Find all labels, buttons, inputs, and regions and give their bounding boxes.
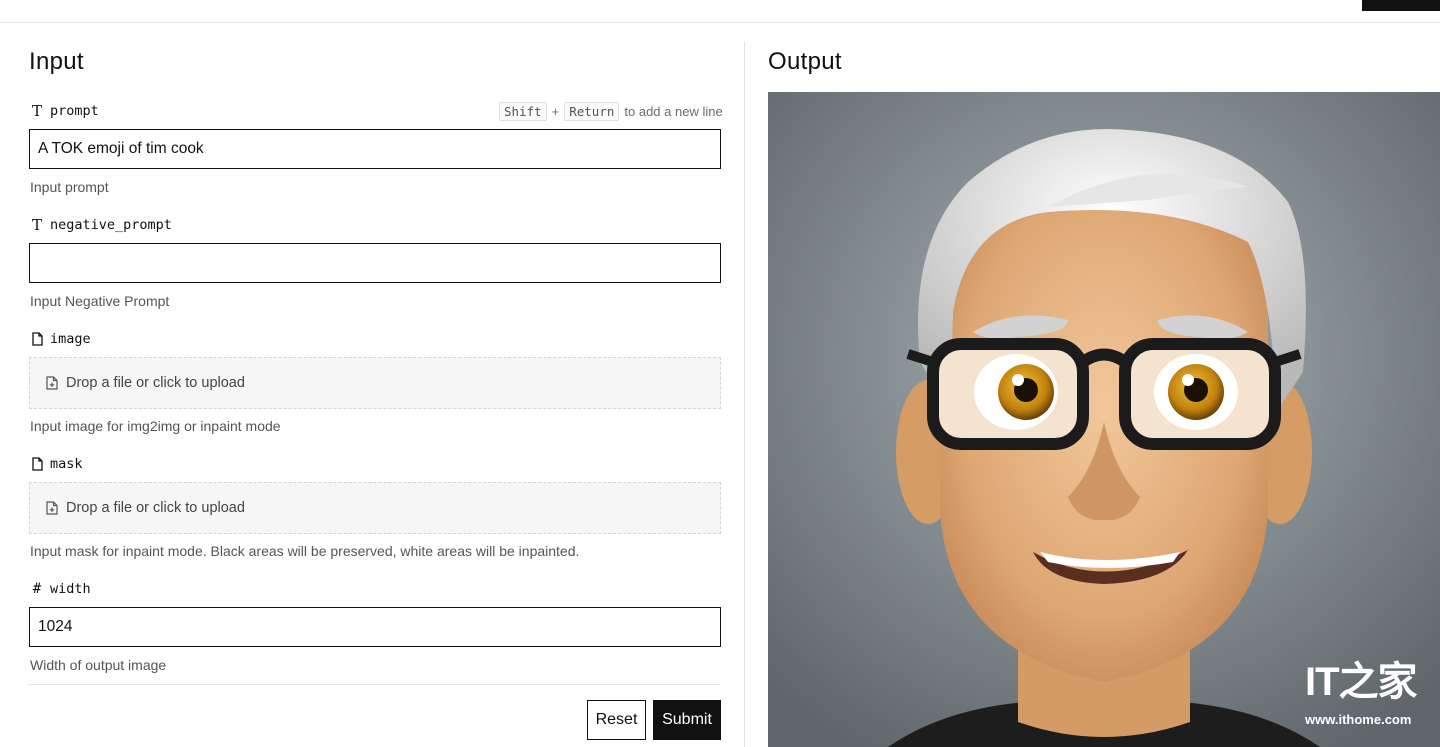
mask-dropzone[interactable]: Drop a file or click to upload: [29, 482, 721, 534]
emoji-portrait: [768, 92, 1440, 747]
image-label-text: image: [50, 331, 91, 347]
mask-label-text: mask: [50, 456, 83, 472]
output-image[interactable]: [768, 92, 1440, 747]
text-type-icon: T: [31, 102, 42, 120]
shortcut-suffix: to add a new line: [624, 103, 723, 119]
image-dropzone[interactable]: Drop a file or click to upload: [29, 357, 721, 409]
negative-prompt-input[interactable]: [29, 243, 721, 283]
image-help: Input image for img2img or inpaint mode: [30, 418, 281, 434]
image-dropzone-text: Drop a file or click to upload: [66, 375, 245, 391]
file-plus-icon: [46, 501, 58, 515]
prompt-label: T prompt: [30, 101, 99, 121]
plus-sign: +: [551, 103, 560, 119]
mask-label: mask: [30, 454, 83, 474]
file-plus-icon: [46, 376, 58, 390]
reset-button[interactable]: Reset: [587, 700, 646, 740]
width-label-text: width: [50, 581, 91, 597]
negative-prompt-help: Input Negative Prompt: [30, 293, 170, 309]
negative-prompt-label: T negative_prompt: [30, 215, 172, 235]
return-key: Return: [564, 101, 620, 121]
image-label: image: [30, 329, 91, 349]
panel-divider: [744, 42, 745, 747]
shift-key: Shift: [499, 101, 547, 121]
submit-button[interactable]: Submit: [653, 700, 721, 740]
hash-icon: #: [32, 581, 42, 597]
form-divider: [29, 684, 721, 685]
ithome-watermark: IT之家 www.ithome.com: [1305, 660, 1425, 730]
prompt-input[interactable]: [29, 129, 721, 169]
width-label: # width: [30, 579, 91, 599]
output-panel-title: Output: [768, 48, 842, 75]
top-bar: [0, 0, 1440, 23]
input-panel-title: Input: [29, 48, 84, 75]
width-input[interactable]: [29, 607, 721, 647]
ithome-url: www.ithome.com: [1305, 712, 1412, 727]
top-bar-button[interactable]: [1362, 0, 1440, 11]
mask-dropzone-text: Drop a file or click to upload: [66, 500, 245, 516]
prompt-help: Input prompt: [30, 179, 109, 195]
file-icon: [30, 456, 44, 472]
width-help: Width of output image: [30, 657, 167, 673]
newline-shortcut-hint: Shift + Return to add a new line: [499, 101, 723, 121]
ithome-logo: IT之家: [1305, 660, 1418, 704]
negative-prompt-label-text: negative_prompt: [50, 217, 172, 233]
mask-help: Input mask for inpaint mode. Black areas…: [30, 543, 580, 559]
file-icon: [30, 331, 44, 347]
prompt-label-text: prompt: [50, 103, 99, 119]
text-type-icon: T: [31, 216, 42, 234]
